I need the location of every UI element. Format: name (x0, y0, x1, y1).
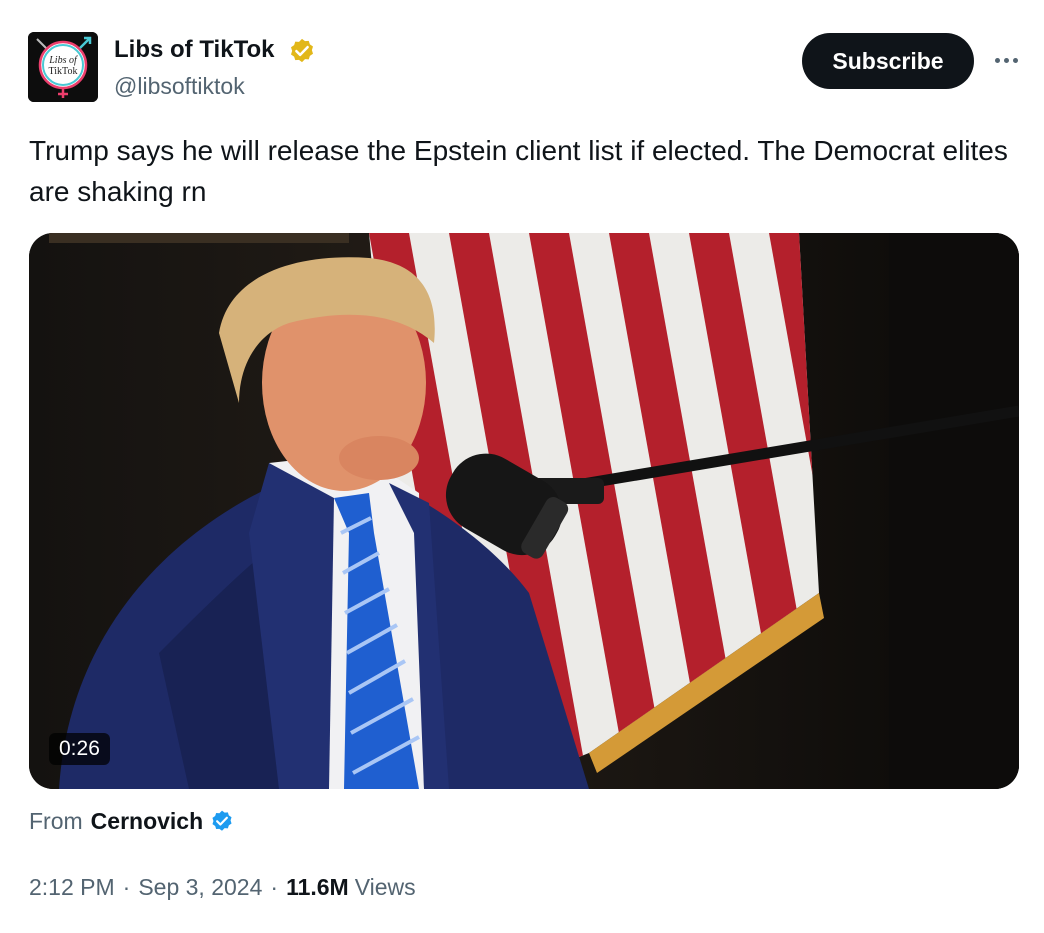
svg-text:TikTok: TikTok (49, 66, 78, 77)
video-player[interactable]: 0:26 (29, 233, 1019, 789)
author-display-name[interactable]: Libs of TikTok (114, 36, 274, 64)
video-thumbnail (29, 233, 1019, 789)
attribution-prefix: From (29, 808, 83, 834)
libs-of-tiktok-logo-icon: Libs of TikTok (28, 32, 98, 102)
blue-check-icon (212, 810, 232, 831)
meta-separator: · (122, 874, 131, 900)
subscribe-button[interactable]: Subscribe (802, 33, 974, 89)
views-count: 11.6M (286, 874, 349, 900)
video-attribution: From Cernovich (29, 808, 235, 835)
tweet-card: Libs of TikTok Libs of TikTok @libsoftik… (0, 0, 1044, 933)
svg-text:Libs of: Libs of (48, 55, 78, 66)
post-date[interactable]: Sep 3, 2024 (138, 874, 262, 901)
video-duration: 0:26 (49, 733, 110, 765)
views-label: Views (354, 874, 416, 900)
gold-check-icon[interactable] (287, 37, 317, 67)
meta-separator: · (270, 874, 279, 900)
attribution-author-link[interactable]: Cernovich (91, 808, 203, 835)
post-text: Trump says he will release the Epstein c… (29, 135, 1008, 207)
avatar[interactable]: Libs of TikTok (28, 32, 98, 102)
author-handle[interactable]: @libsoftiktok (114, 73, 245, 100)
post-time[interactable]: 2:12 PM (29, 874, 115, 901)
post-meta: 2:12 PM · Sep 3, 2024 · 11.6M Views (29, 874, 416, 901)
more-options-icon[interactable] (986, 48, 1026, 72)
